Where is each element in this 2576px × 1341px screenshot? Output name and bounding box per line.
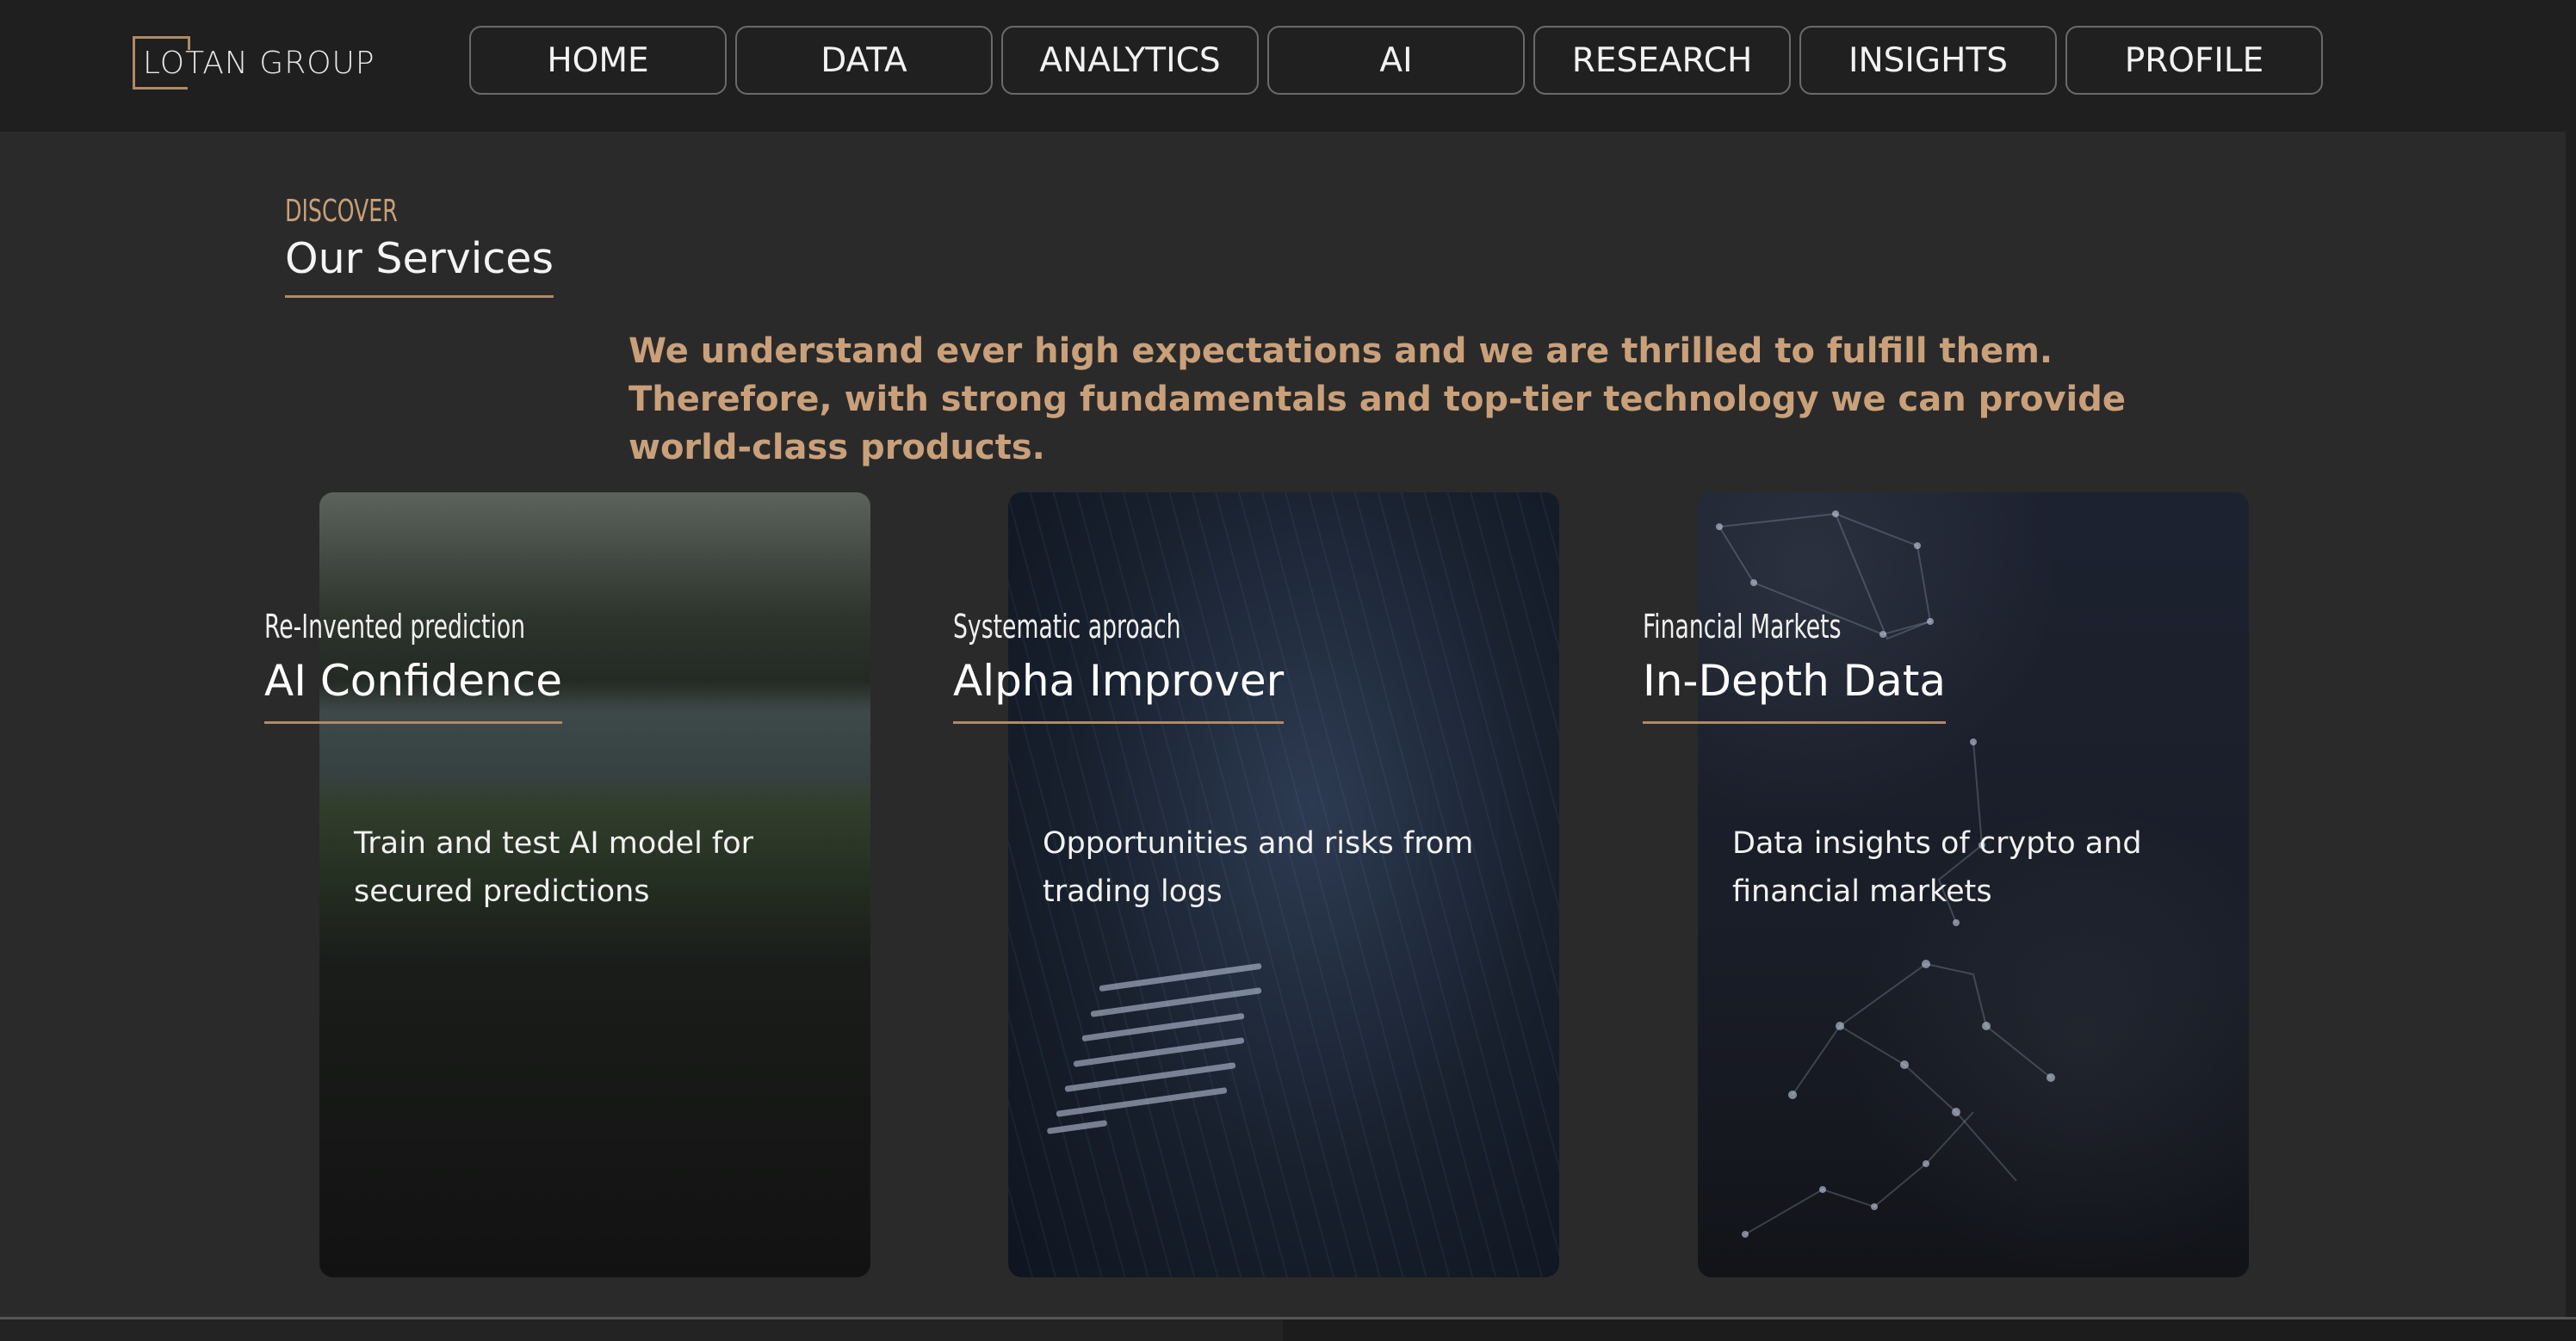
card-1-subtitle: Re-Invented prediction: [264, 608, 526, 646]
card-2-description: Opportunities and risks from trading log…: [1043, 826, 1474, 909]
scrollbar-track[interactable]: [2566, 132, 2576, 1319]
horizontal-scrollbar[interactable]: [1283, 1319, 2576, 1341]
section-intro: We understand ever high expectations and…: [629, 331, 2126, 467]
data-stream-graphic: [1046, 962, 1262, 1149]
logo-text: LOTAN GROUP: [143, 45, 375, 81]
section-title: Our Services: [285, 234, 554, 298]
card-2-subtitle: Systematic aproach: [953, 608, 1181, 646]
card-1-title: AI Confidence: [264, 656, 562, 724]
main-nav: HOME DATA ANALYTICS AI RESEARCH INSIGHTS…: [469, 26, 2323, 95]
nav-ai-button[interactable]: AI: [1267, 26, 1525, 95]
nav-insights-button[interactable]: INSIGHTS: [1799, 26, 2057, 95]
nav-home-button[interactable]: HOME: [469, 26, 727, 95]
card-2-title: Alpha Improver: [953, 656, 1285, 724]
nav-analytics-button[interactable]: ANALYTICS: [1001, 26, 1259, 95]
card-3-subtitle: Financial Markets: [1643, 608, 1842, 646]
card-1-description: Train and test AI model for secured pred…: [354, 826, 754, 909]
card-3-description: Data insights of crypto and financial ma…: [1732, 826, 2142, 909]
nav-profile-button[interactable]: PROFILE: [2065, 26, 2323, 95]
card-3-title: In-Depth Data: [1643, 656, 1947, 724]
top-navigation-bar: LOTAN GROUP HOME DATA ANALYTICS AI RESEA…: [0, 0, 2576, 132]
nav-data-button[interactable]: DATA: [735, 26, 993, 95]
nav-research-button[interactable]: RESEARCH: [1533, 26, 1791, 95]
brand-logo[interactable]: LOTAN GROUP: [133, 36, 375, 90]
section-eyebrow: DISCOVER: [285, 194, 398, 229]
